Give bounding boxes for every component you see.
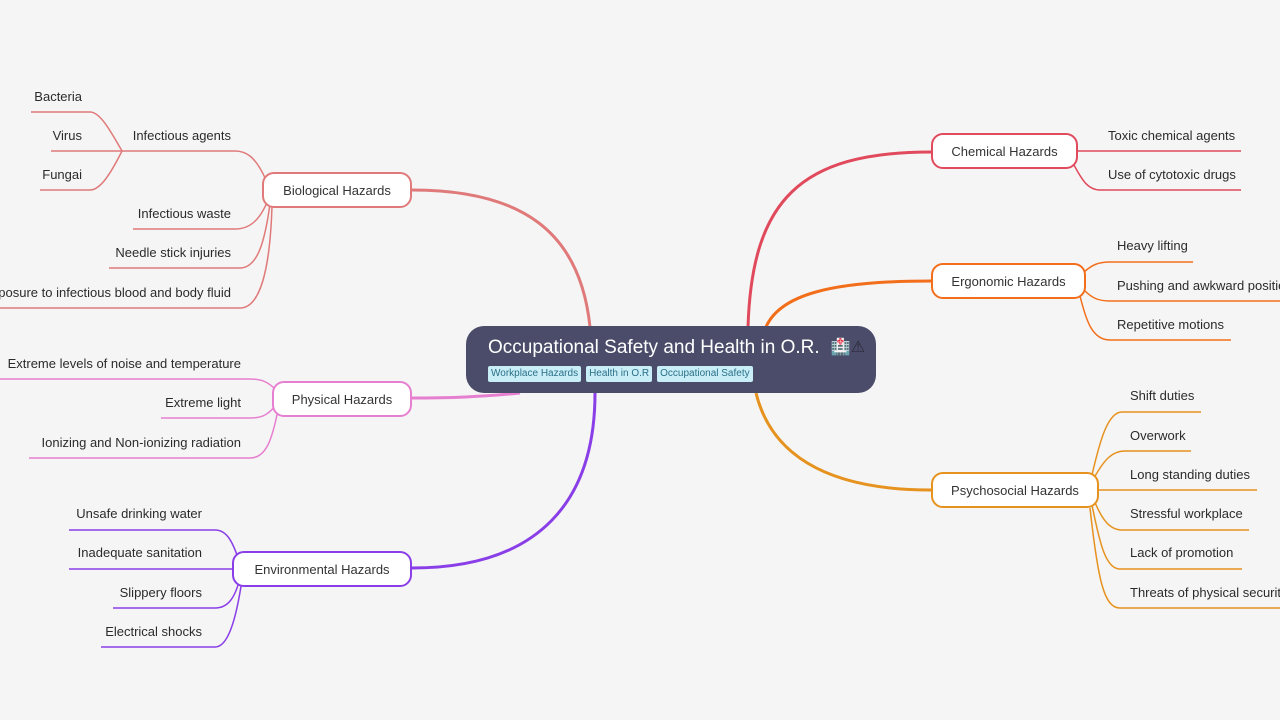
link-ergonomic [764, 279, 932, 328]
leaf-overwork[interactable]: Overwork [1130, 428, 1186, 444]
node-environmental-hazards[interactable]: Environmental Hazards [232, 551, 412, 587]
tag-list: Workplace Hazards Health in O.R Occupati… [488, 366, 876, 383]
leaf-unsafe-water[interactable]: Unsafe drinking water [76, 506, 202, 522]
link-biological [411, 188, 592, 328]
leaf-electrical-shocks[interactable]: Electrical shocks [105, 624, 202, 640]
leaf-needle-stick[interactable]: Needle stick injuries [115, 245, 231, 261]
leaf-fungai[interactable]: Fungai [42, 167, 82, 183]
hospital-icon: 🏥 [830, 339, 851, 356]
leaf-shift-duties[interactable]: Shift duties [1130, 388, 1194, 404]
leaf-noise-temperature[interactable]: Extreme levels of noise and temperature [8, 356, 241, 372]
leaf-radiation[interactable]: Ionizing and Non-ionizing radiation [42, 435, 241, 451]
leaf-extreme-light[interactable]: Extreme light [165, 395, 241, 411]
root-title: Occupational Safety and Health in O.R. [488, 337, 820, 359]
node-physical-hazards[interactable]: Physical Hazards [272, 381, 412, 417]
tag[interactable]: Occupational Safety [657, 366, 753, 383]
leaf-slippery-floors[interactable]: Slippery floors [120, 585, 202, 601]
leaf-heavy-lifting[interactable]: Heavy lifting [1117, 238, 1188, 254]
leaf-cytotoxic-drugs[interactable]: Use of cytotoxic drugs [1108, 167, 1236, 183]
leaf-awkward-positions[interactable]: Pushing and awkward positions [1117, 278, 1280, 294]
root-node[interactable]: Occupational Safety and Health in O.R. 🏥… [466, 326, 876, 393]
leaf-toxic-agents[interactable]: Toxic chemical agents [1108, 128, 1235, 144]
tag[interactable]: Health in O.R [586, 366, 653, 383]
leaf-lack-of-promotion[interactable]: Lack of promotion [1130, 545, 1233, 561]
link-environmental [411, 392, 597, 570]
leaf-virus[interactable]: Virus [53, 128, 82, 144]
leaf-sanitation[interactable]: Inadequate sanitation [78, 545, 202, 561]
leaf-blood-exposure[interactable]: Exposure to infectious blood and body fl… [0, 285, 231, 301]
leaf-infectious-agents[interactable]: Infectious agents [133, 128, 231, 144]
link-chemical [746, 150, 932, 328]
warning-icon: ⚠ [850, 339, 866, 356]
node-psychosocial-hazards[interactable]: Psychosocial Hazards [931, 472, 1099, 508]
node-biological-hazards[interactable]: Biological Hazards [262, 172, 412, 208]
leaf-bacteria[interactable]: Bacteria [34, 89, 82, 105]
link-physical [411, 391, 521, 400]
leaf-physical-security[interactable]: Threats of physical security [1130, 585, 1280, 601]
node-ergonomic-hazards[interactable]: Ergonomic Hazards [931, 263, 1086, 299]
leaf-long-standing[interactable]: Long standing duties [1130, 467, 1250, 483]
leaf-infectious-waste[interactable]: Infectious waste [138, 206, 231, 222]
link-psychosocial [754, 392, 932, 492]
leaf-repetitive-motions[interactable]: Repetitive motions [1117, 317, 1224, 333]
tag[interactable]: Workplace Hazards [488, 366, 582, 383]
node-chemical-hazards[interactable]: Chemical Hazards [931, 133, 1078, 169]
leaf-stressful-workplace[interactable]: Stressful workplace [1130, 506, 1243, 522]
